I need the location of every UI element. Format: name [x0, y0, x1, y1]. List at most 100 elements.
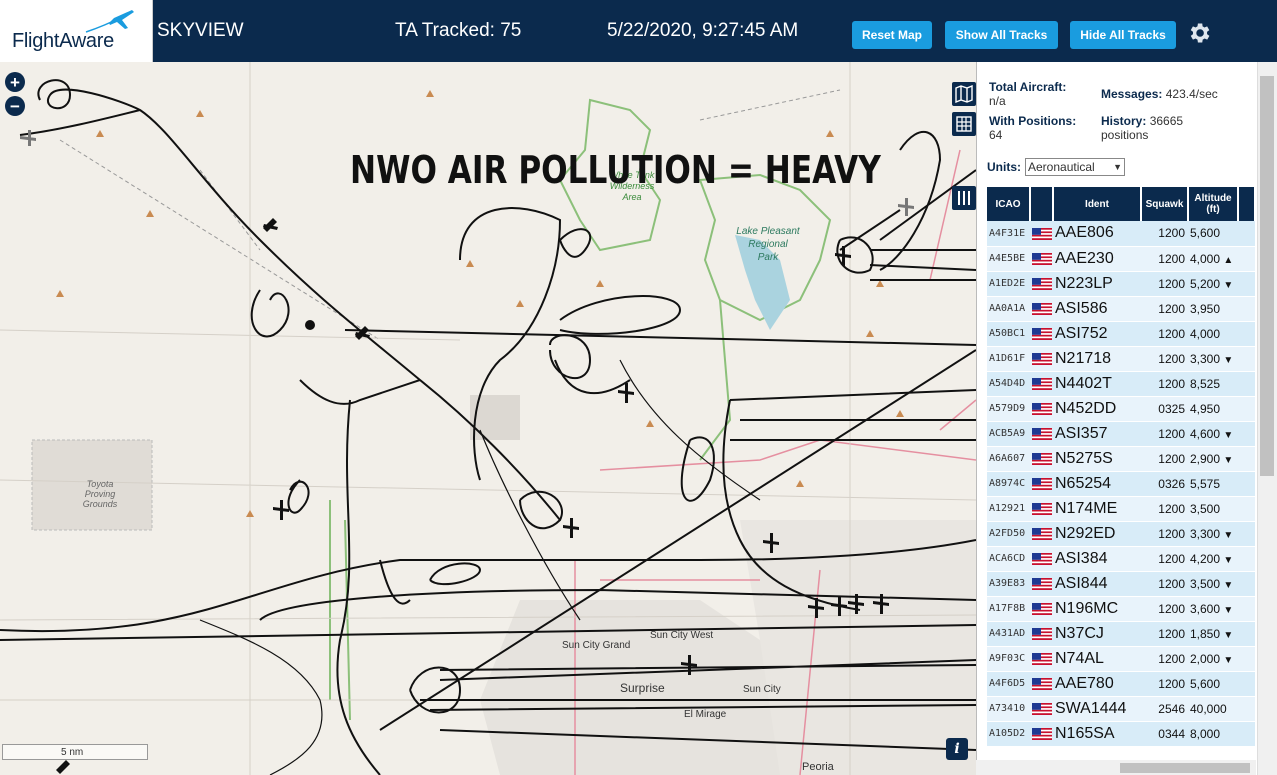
icao-cell: A8974C [987, 471, 1030, 497]
with-positions-value: 64 [989, 128, 1003, 142]
table-row[interactable]: A39E83 ASI844 1200 3,500 ▼ [987, 571, 1255, 597]
squawk-cell: 1200 [1141, 546, 1188, 572]
table-row[interactable]: A1ED2E N223LP 1200 5,200 ▼ [987, 271, 1255, 297]
horizontal-scroll-thumb[interactable] [1120, 763, 1250, 773]
ident-cell: ASI752 [1053, 321, 1141, 347]
toyota-label-2: Proving [85, 489, 116, 499]
icao-cell: ACB5A9 [987, 421, 1030, 447]
ident-cell: N174ME [1053, 496, 1141, 522]
with-positions-stat: With Positions: 64 [989, 114, 1076, 142]
extra-cell [1238, 496, 1255, 522]
altitude-cell: 3,600 ▼ [1188, 596, 1238, 622]
table-row[interactable]: ACB5A9 ASI357 1200 4,600 ▼ [987, 421, 1255, 447]
table-row[interactable]: A17F8B N196MC 1200 3,600 ▼ [987, 596, 1255, 622]
ident-cell: N196MC [1053, 596, 1141, 622]
icao-cell: A73410 [987, 696, 1030, 722]
table-row[interactable]: AA0A1A ASI586 1200 3,950 [987, 296, 1255, 322]
icao-cell: A4E5BE [987, 246, 1030, 272]
table-row[interactable]: A4F31E AAE806 1200 5,600 [987, 221, 1255, 247]
table-row[interactable]: A2FD50 N292ED 1200 3,300 ▼ [987, 521, 1255, 547]
table-row[interactable]: A4F6D5 AAE780 1200 5,600 [987, 671, 1255, 697]
table-row[interactable]: A8974C N65254 0326 5,575 [987, 471, 1255, 497]
squawk-cell: 1200 [1141, 571, 1188, 597]
ident-cell: SWA1444 [1053, 696, 1141, 722]
zoom-out-button[interactable]: − [5, 96, 25, 116]
flag-cell [1030, 371, 1053, 397]
gear-icon[interactable] [1186, 20, 1212, 46]
grid-toggle-button[interactable] [952, 112, 976, 136]
icao-cell: A1D61F [987, 346, 1030, 372]
hide-all-tracks-button[interactable]: Hide All Tracks [1070, 21, 1176, 49]
toyota-label-1: Toyota [87, 479, 114, 489]
altitude-value: 3,950 [1190, 301, 1221, 316]
altitude-value: 2,900 [1190, 451, 1221, 466]
table-row[interactable]: A12921 N174ME 1200 3,500 [987, 496, 1255, 522]
altitude-cell: 4,000 [1188, 321, 1238, 347]
map-layers-button[interactable] [952, 82, 976, 106]
units-select[interactable]: Aeronautical ▼ [1025, 158, 1125, 176]
icao-cell: AA0A1A [987, 296, 1030, 322]
table-row[interactable]: A431AD N37CJ 1200 1,850 ▼ [987, 621, 1255, 647]
us-flag-icon [1032, 328, 1052, 341]
table-row[interactable]: ACA6CD ASI384 1200 4,200 ▼ [987, 546, 1255, 572]
col-icao[interactable]: ICAO [987, 187, 1031, 221]
extra-cell [1238, 571, 1255, 597]
altitude-value: 3,500 [1190, 501, 1221, 516]
reset-map-button[interactable]: Reset Map [852, 21, 932, 49]
map-view[interactable]: White Tank Wilderness Area Lake Pleasant… [0, 62, 976, 775]
table-row[interactable]: A54D4D N4402T 1200 8,525 [987, 371, 1255, 397]
col-squawk[interactable]: Squawk [1141, 187, 1189, 221]
altitude-trend: ▼ [1223, 629, 1234, 641]
units-value: Aeronautical [1028, 160, 1095, 174]
columns-toggle-button[interactable] [952, 186, 976, 210]
ident-cell: AAE230 [1053, 246, 1141, 272]
table-row[interactable]: A6A607 N5275S 1200 2,900 ▼ [987, 446, 1255, 472]
altitude-trend: ▼ [1223, 529, 1234, 541]
extra-cell [1238, 696, 1255, 722]
extra-cell [1238, 271, 1255, 297]
col-altitude-label: Altitude [1194, 193, 1232, 204]
extra-cell [1238, 371, 1255, 397]
table-row[interactable]: A73410 SWA1444 2546 40,000 [987, 696, 1255, 722]
squawk-cell: 1200 [1141, 521, 1188, 547]
table-row[interactable]: A50BC1 ASI752 1200 4,000 [987, 321, 1255, 347]
aircraft-table: ICAO Ident Squawk Altitude (ft) A4F31E AAE… [987, 187, 1255, 747]
lake-label-1: Lake Pleasant [736, 226, 801, 237]
units-row: Units: Aeronautical ▼ [987, 158, 1125, 176]
panel-scroll-thumb[interactable] [1260, 76, 1274, 476]
extra-cell [1238, 246, 1255, 272]
squawk-cell: 0344 [1141, 721, 1188, 747]
flag-cell [1030, 271, 1053, 297]
flightaware-logo[interactable]: FlightAware [0, 0, 153, 62]
us-flag-icon [1032, 303, 1052, 316]
total-aircraft-value: n/a [989, 94, 1006, 108]
table-row[interactable]: A579D9 N452DD 0325 4,950 [987, 396, 1255, 422]
peoria-label: Peoria [802, 761, 835, 773]
extra-cell [1238, 671, 1255, 697]
table-row[interactable]: A105D2 N165SA 0344 8,000 [987, 721, 1255, 747]
table-row[interactable]: A9F03C N74AL 1200 2,000 ▼ [987, 646, 1255, 672]
altitude-cell: 1,850 ▼ [1188, 621, 1238, 647]
zoom-in-button[interactable]: + [5, 72, 25, 92]
show-all-tracks-button[interactable]: Show All Tracks [945, 21, 1058, 49]
col-altitude[interactable]: Altitude (ft) [1188, 187, 1239, 221]
flag-cell [1030, 221, 1053, 247]
extra-cell [1238, 621, 1255, 647]
squawk-cell: 2546 [1141, 696, 1188, 722]
us-flag-icon [1032, 728, 1052, 741]
altitude-trend: ▲ [1223, 254, 1234, 266]
col-ident[interactable]: Ident [1053, 187, 1142, 221]
table-row[interactable]: A1D61F N21718 1200 3,300 ▼ [987, 346, 1255, 372]
squawk-cell: 0326 [1141, 471, 1188, 497]
table-row[interactable]: A4E5BE AAE230 1200 4,000 ▲ [987, 246, 1255, 272]
flag-cell [1030, 396, 1053, 422]
altitude-cell: 2,900 ▼ [1188, 446, 1238, 472]
us-flag-icon [1032, 628, 1052, 641]
col-extra [1238, 187, 1255, 221]
info-button[interactable]: i [946, 738, 968, 760]
ident-cell: N5275S [1053, 446, 1141, 472]
altitude-cell: 3,300 ▼ [1188, 346, 1238, 372]
with-positions-label: With Positions: [989, 114, 1077, 128]
table-header-row: ICAO Ident Squawk Altitude (ft) [987, 187, 1255, 221]
ident-cell: AAE780 [1053, 671, 1141, 697]
